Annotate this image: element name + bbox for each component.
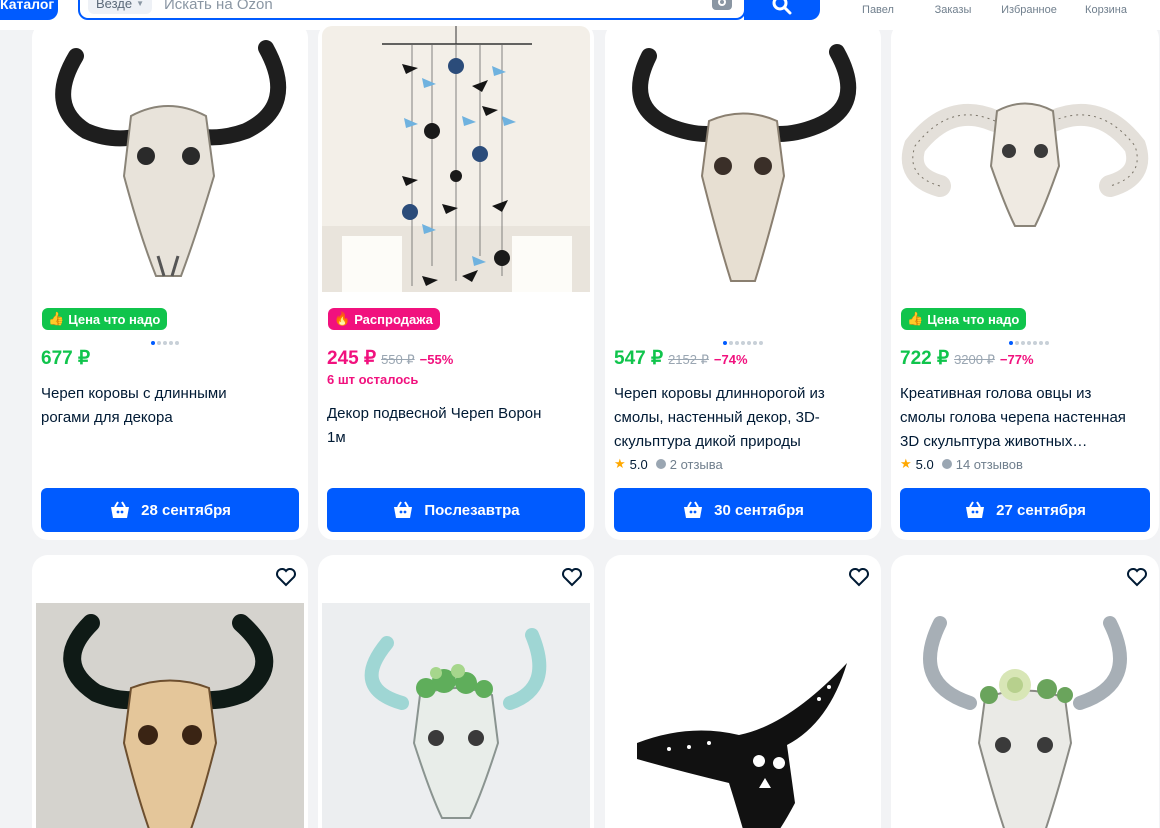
basket-icon [684, 501, 703, 518]
basket-icon [394, 501, 413, 518]
catalog-button[interactable]: Каталог [0, 0, 58, 20]
promo-badge: 🔥 Распродажа [328, 308, 440, 330]
product-image-succulent-skull[interactable] [322, 603, 590, 828]
nav-orders-label: Заказы [934, 4, 972, 16]
product-image-succulent-skull-gray[interactable] [895, 603, 1155, 828]
image-carousel-dots[interactable] [723, 341, 763, 346]
search-scope-label: Везде [96, 0, 133, 11]
favorite-heart-icon[interactable] [560, 565, 584, 589]
basket-icon [111, 501, 130, 518]
delivery-button[interactable]: Послезавтра [327, 488, 585, 532]
search-input[interactable] [164, 0, 704, 18]
price: 722 ₽ [900, 348, 950, 369]
product-title-line: смолы голова черепа настенная [900, 409, 1126, 426]
nav-profile-label: Павел [862, 4, 894, 16]
search-icon [772, 0, 792, 15]
product-title[interactable]: Череп коровы длиннорогой из смолы, насте… [614, 382, 871, 454]
favorite-heart-icon[interactable] [847, 565, 871, 589]
product-card[interactable]: 👍 Цена что надо 677 ₽ Череп коровы с длин… [32, 22, 308, 540]
product-title-line: Череп коровы с длинными [41, 385, 227, 402]
product-title[interactable]: Декор подвесной Череп Ворон 1м [327, 402, 584, 450]
price-row: 722 ₽ 3200 ₽ −77% [900, 347, 1034, 370]
thumbs-up-icon: 👍 [907, 311, 924, 326]
rating-row[interactable]: ★ 5.0 14 отзывов [900, 456, 1023, 472]
price: 677 ₽ [41, 348, 91, 369]
product-title-line: Креативная голова овцы из [900, 385, 1092, 402]
promo-badge: 👍 Цена что надо [901, 308, 1027, 330]
product-card[interactable]: 547 ₽ 2152 ₽ −74% Череп коровы длиннорог… [605, 22, 881, 540]
camera-icon[interactable] [712, 0, 732, 10]
delivery-label: Послезавтра [424, 501, 520, 519]
old-price: 3200 ₽ [954, 352, 995, 367]
product-card[interactable] [891, 555, 1159, 828]
favorite-heart-icon[interactable] [274, 565, 298, 589]
product-title[interactable]: Череп коровы с длинными рогами для декор… [41, 382, 298, 430]
price-row: 547 ₽ 2152 ₽ −74% [614, 347, 748, 370]
product-title-line: 1м [327, 429, 346, 446]
product-card[interactable] [32, 555, 308, 828]
stock-left: 6 шт осталось [327, 372, 419, 387]
reviews-count: 2 отзыва [669, 456, 723, 472]
promo-badge-label: Распродажа [354, 311, 433, 327]
product-title-line: скульптура дикой природы [614, 433, 801, 450]
product-title-line: смолы, настенный декор, 3D- [614, 409, 820, 426]
promo-badge-label: Цена что надо [927, 311, 1020, 327]
delivery-label: 30 сентября [714, 501, 804, 519]
product-title-line: 3D скульптура животных… [900, 433, 1088, 450]
rating-value: 5.0 [915, 456, 934, 472]
star-icon: ★ [614, 456, 626, 471]
old-price: 2152 ₽ [668, 352, 709, 367]
rating-value: 5.0 [629, 456, 648, 472]
thumbs-up-icon: 👍 [48, 311, 65, 326]
price: 245 ₽ [327, 348, 377, 369]
price-row: 677 ₽ [41, 347, 90, 370]
product-card[interactable]: 🔥 Распродажа 245 ₽ 550 ₽ −55% 6 шт остало… [318, 22, 594, 540]
delivery-label: 28 сентября [141, 501, 231, 519]
image-carousel-dots[interactable] [1009, 341, 1049, 346]
delivery-button[interactable]: 30 сентября [614, 488, 872, 532]
promo-badge-label: Цена что надо [68, 311, 161, 327]
catalog-label: Каталог [0, 0, 55, 12]
discount: −77% [999, 352, 1034, 367]
product-image-longhorn-skull[interactable] [609, 26, 877, 292]
image-carousel-dots[interactable] [151, 341, 179, 346]
product-title-line: Череп коровы длиннорогой из [614, 385, 825, 402]
favorite-heart-icon[interactable] [1125, 565, 1149, 589]
product-card[interactable]: 👍 Цена что надо 722 ₽ 3200 ₽ −77% Креатив… [891, 22, 1159, 540]
product-title-line: Декор подвесной Череп Ворон [327, 405, 542, 422]
delivery-button[interactable]: 27 сентября [900, 488, 1150, 532]
search-button[interactable] [744, 0, 820, 20]
chevron-down-icon: ▼ [136, 0, 145, 8]
basket-icon [966, 501, 985, 518]
product-title-line: рогами для декора [41, 409, 173, 426]
delivery-button[interactable]: 28 сентября [41, 488, 299, 532]
nav-favorites-label: Избранное [1001, 4, 1057, 16]
product-image-cow-skull[interactable] [36, 26, 304, 292]
delivery-label: 27 сентября [996, 501, 1086, 519]
search-box: Везде ▼ [78, 0, 746, 20]
chat-bubble-icon [655, 459, 666, 469]
price-row: 245 ₽ 550 ₽ −55% [327, 347, 453, 370]
reviews-link[interactable]: 2 отзыва [655, 456, 723, 472]
discount: −74% [713, 352, 748, 367]
product-card[interactable] [605, 555, 881, 828]
product-title[interactable]: Креативная голова овцы из смолы голова ч… [900, 382, 1149, 454]
flame-icon: 🔥 [334, 311, 351, 326]
product-image-crow-mobile[interactable] [322, 26, 590, 292]
chat-bubble-icon [941, 459, 952, 469]
product-image-painted-skull[interactable] [36, 603, 304, 828]
reviews-link[interactable]: 14 отзывов [941, 456, 1023, 472]
product-image-ram-skull[interactable] [895, 26, 1155, 292]
reviews-count: 14 отзывов [955, 456, 1023, 472]
price: 547 ₽ [614, 348, 664, 369]
promo-badge: 👍 Цена что надо [42, 308, 168, 330]
nav-cart-label: Корзина [1085, 4, 1127, 16]
product-image-metal-skull-art[interactable] [609, 603, 877, 828]
star-icon: ★ [900, 456, 912, 471]
discount: −55% [419, 352, 454, 367]
old-price: 550 ₽ [381, 352, 415, 367]
search-scope-select[interactable]: Везде ▼ [88, 0, 153, 14]
rating-row[interactable]: ★ 5.0 2 отзыва [614, 456, 723, 472]
product-card[interactable] [318, 555, 594, 828]
